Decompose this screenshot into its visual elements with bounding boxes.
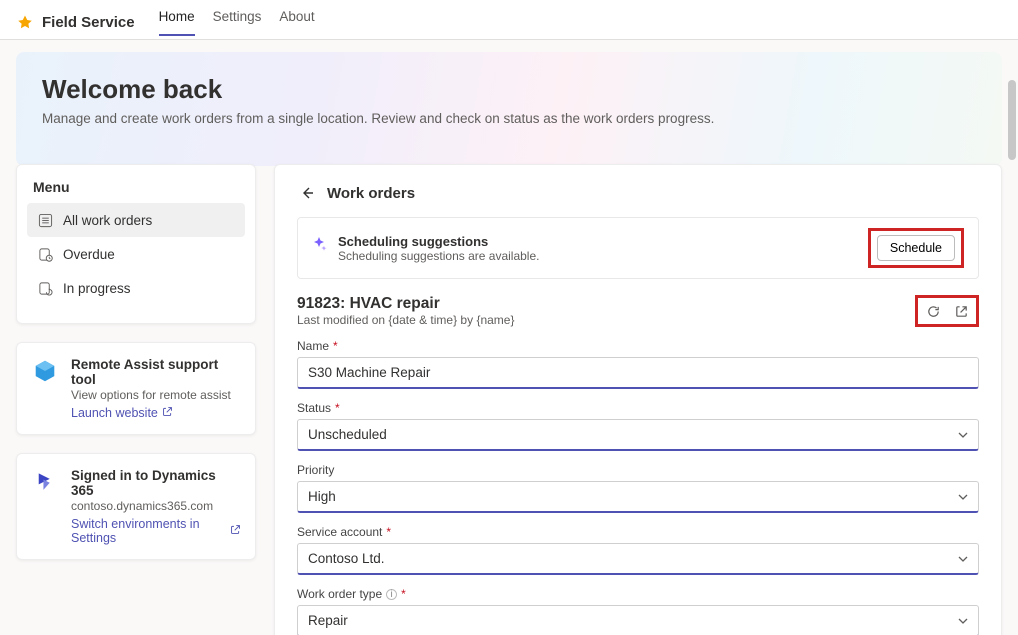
refresh-button[interactable] — [924, 302, 942, 320]
left-column: Menu All work orders Overdue — [16, 164, 256, 635]
progress-icon — [37, 280, 53, 296]
field-service-account: Service account* Contoso Ltd. — [297, 525, 979, 575]
main-grid: Menu All work orders Overdue — [0, 164, 1018, 635]
body-scroll[interactable]: Welcome back Manage and create work orde… — [0, 40, 1018, 635]
remote-assist-card: Remote Assist support tool View options … — [16, 342, 256, 435]
menu-item-in-progress[interactable]: In progress — [27, 271, 245, 305]
field-name: Name* — [297, 339, 979, 389]
external-link-icon — [162, 406, 173, 420]
hexagon-icon — [31, 357, 59, 385]
info-icon[interactable]: i — [386, 589, 397, 600]
menu-item-label: In progress — [63, 281, 131, 296]
required-mark: * — [386, 525, 391, 539]
work-order-title: 91823: HVAC repair — [297, 295, 514, 313]
menu-item-overdue[interactable]: Overdue — [27, 237, 245, 271]
hero-title: Welcome back — [42, 74, 976, 105]
required-mark: * — [333, 339, 338, 353]
menu-item-all-work-orders[interactable]: All work orders — [27, 203, 245, 237]
field-priority: Priority High — [297, 463, 979, 513]
schedule-button[interactable]: Schedule — [877, 235, 955, 261]
status-select[interactable]: Unscheduled — [297, 419, 979, 451]
priority-select[interactable]: High — [297, 481, 979, 513]
scheduling-title: Scheduling suggestions — [338, 234, 539, 249]
scheduling-banner: Scheduling suggestions Scheduling sugges… — [297, 217, 979, 279]
nav-tabs: Home Settings About — [159, 9, 315, 36]
field-work-order-type: Work order type i * Repair — [297, 587, 979, 635]
signed-in-title: Signed in to Dynamics 365 — [71, 468, 241, 498]
work-order-header: 91823: HVAC repair Last modified on {dat… — [297, 295, 979, 327]
external-link-icon — [230, 524, 241, 538]
required-mark: * — [335, 401, 340, 415]
sparkle-icon — [312, 236, 328, 252]
tab-about[interactable]: About — [279, 9, 314, 36]
menu-item-label: Overdue — [63, 247, 115, 262]
name-input[interactable] — [297, 357, 979, 389]
hero-banner: Welcome back Manage and create work orde… — [16, 52, 1002, 166]
field-status: Status* Unscheduled — [297, 401, 979, 451]
tab-settings[interactable]: Settings — [213, 9, 262, 36]
scheduling-sub: Scheduling suggestions are available. — [338, 249, 539, 263]
menu-title: Menu — [27, 179, 245, 203]
launch-website-link[interactable]: Launch website — [71, 406, 173, 420]
work-order-detail-card: Work orders Scheduling suggestions Sched… — [274, 164, 1002, 635]
remote-assist-title: Remote Assist support tool — [71, 357, 241, 387]
brand-name: Field Service — [42, 14, 135, 31]
detail-header: Work orders — [297, 183, 979, 203]
tab-home[interactable]: Home — [159, 9, 195, 36]
required-mark: * — [401, 587, 406, 601]
list-icon — [37, 212, 53, 228]
open-external-button[interactable] — [952, 302, 970, 320]
highlight-schedule: Schedule — [868, 228, 964, 268]
menu-item-label: All work orders — [63, 213, 152, 228]
dynamics-icon — [31, 468, 59, 496]
remote-assist-sub: View options for remote assist — [71, 388, 241, 402]
top-nav: Field Service Home Settings About — [0, 0, 1018, 40]
switch-env-link[interactable]: Switch environments in Settings — [71, 517, 241, 545]
brand-icon — [16, 14, 34, 32]
overdue-icon — [37, 246, 53, 262]
brand: Field Service — [16, 14, 135, 32]
menu-card: Menu All work orders Overdue — [16, 164, 256, 324]
work-order-modified: Last modified on {date & time} by {name} — [297, 313, 514, 327]
detail-title: Work orders — [327, 185, 415, 202]
signed-in-sub: contoso.dynamics365.com — [71, 499, 241, 513]
back-button[interactable] — [297, 183, 317, 203]
hero-subtitle: Manage and create work orders from a sin… — [42, 111, 976, 126]
highlight-action-icons — [915, 295, 979, 327]
service-account-select[interactable]: Contoso Ltd. — [297, 543, 979, 575]
scrollbar-thumb[interactable] — [1008, 80, 1016, 160]
work-order-type-select[interactable]: Repair — [297, 605, 979, 635]
signed-in-card: Signed in to Dynamics 365 contoso.dynami… — [16, 453, 256, 560]
